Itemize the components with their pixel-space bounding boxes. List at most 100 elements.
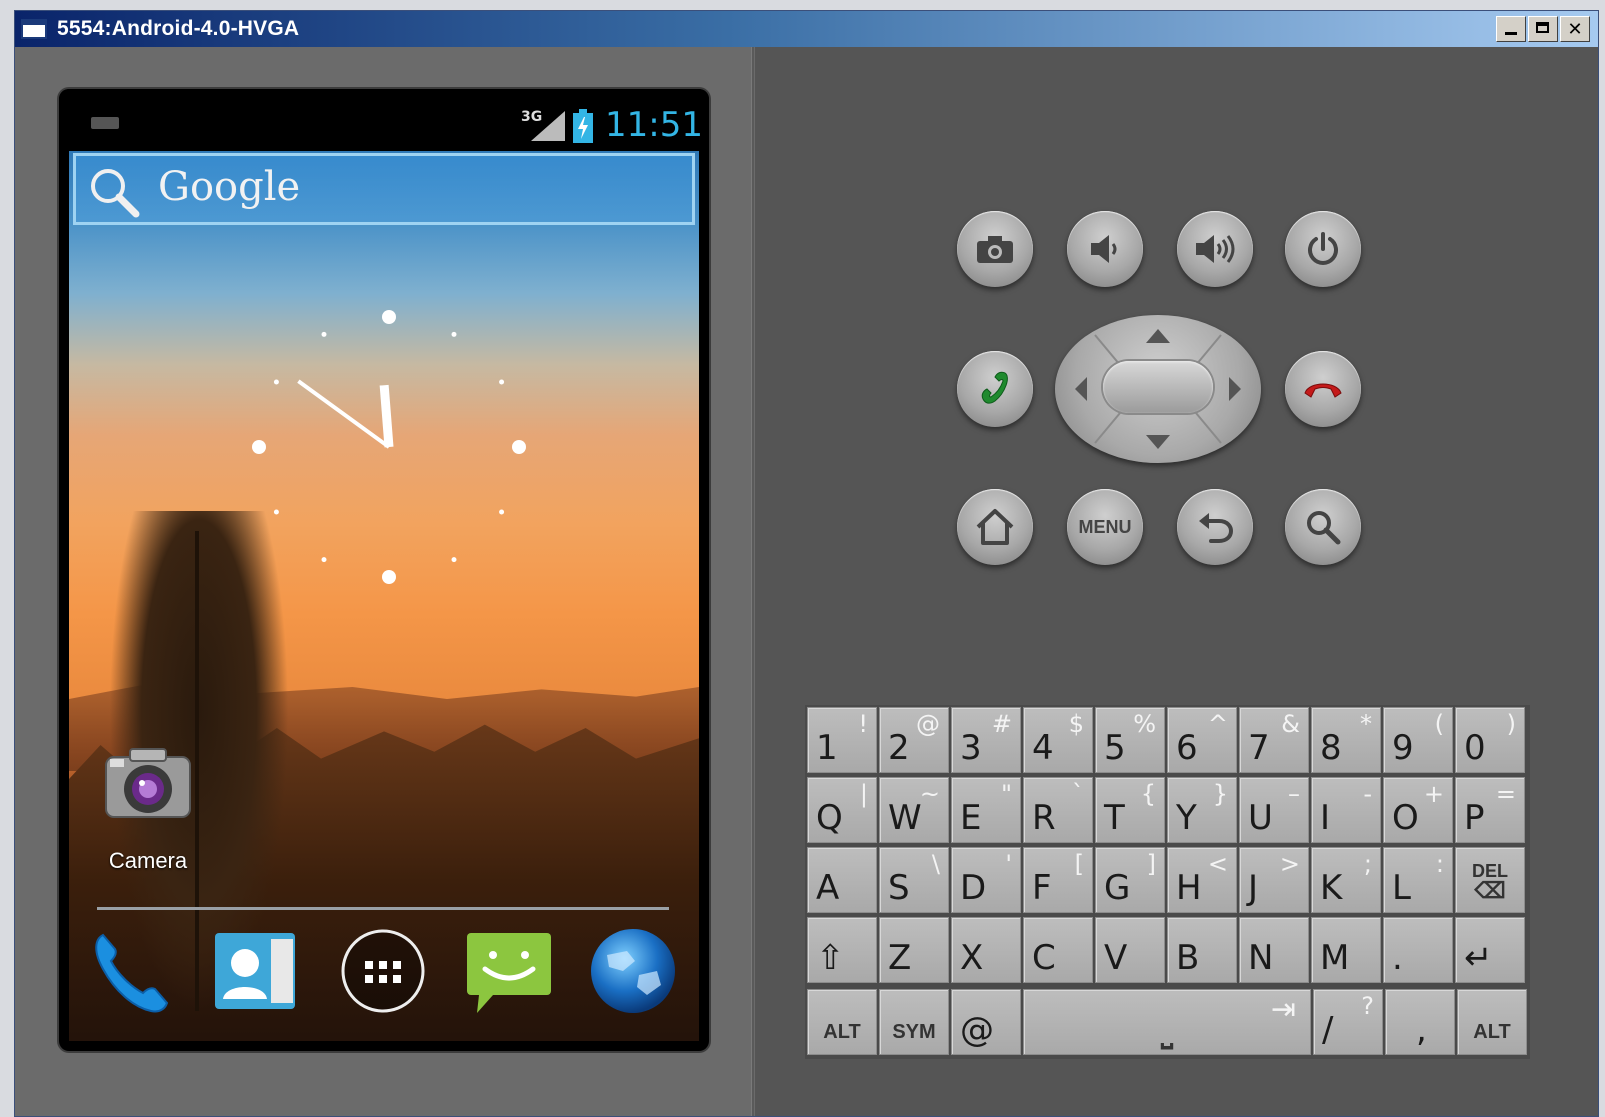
key-r2-c0[interactable]: A — [807, 847, 877, 913]
key-main-label: M — [1320, 938, 1350, 978]
key-r2-c5[interactable]: H < — [1167, 847, 1237, 913]
dock-divider — [97, 907, 669, 910]
key-main-label: U — [1248, 798, 1273, 838]
key-r1-c6[interactable]: U – — [1239, 777, 1309, 843]
camera-button[interactable] — [957, 211, 1033, 287]
volume-up-icon — [1196, 235, 1235, 263]
end-call-button[interactable] — [1285, 351, 1361, 427]
app-shortcut-camera[interactable]: Camera — [93, 743, 203, 874]
home-button[interactable] — [957, 489, 1033, 565]
key-r0-c7[interactable]: 8 * — [1311, 707, 1381, 773]
key-r2-c3[interactable]: F[ — [1023, 847, 1093, 913]
key-r3-c0[interactable]: ⇧ — [807, 917, 877, 983]
key-r0-c3[interactable]: 4 $ — [1023, 707, 1093, 773]
analog-clock-widget[interactable] — [229, 287, 549, 607]
key-r1-c7[interactable]: I- — [1311, 777, 1381, 843]
back-button[interactable] — [1177, 489, 1253, 565]
emulator-window: 5554:Android-4.0-HVGA ✕ 3G 11:51 Google … — [14, 10, 1599, 1117]
key-main-label: 3 — [960, 728, 982, 768]
window-icon — [21, 19, 47, 39]
power-icon — [1308, 232, 1338, 265]
key-r1-c1[interactable]: W ~ — [879, 777, 949, 843]
key-main-label: L — [1392, 868, 1411, 908]
key-r2-c9[interactable]: DEL ⌫ — [1455, 847, 1525, 913]
key-main-label: Z — [888, 938, 912, 978]
key-alt-label: ] — [1146, 850, 1156, 878]
call-button[interactable] — [957, 351, 1033, 427]
phone-icon[interactable] — [85, 925, 177, 1017]
key-r0-c6[interactable]: 7 & — [1239, 707, 1309, 773]
key-r1-c0[interactable]: Q | — [807, 777, 877, 843]
space-icon: ⎵ — [1161, 1016, 1173, 1049]
keyboard-notification-icon — [91, 117, 119, 129]
key-main-label: Q — [816, 798, 843, 838]
key-r1-c8[interactable]: O + — [1383, 777, 1453, 843]
key-r3-c8[interactable]: . — [1383, 917, 1453, 983]
messaging-icon[interactable] — [463, 925, 555, 1017]
key-r3-c1[interactable]: Z — [879, 917, 949, 983]
key-alt-label: { — [1140, 780, 1156, 808]
key-r3-c7[interactable]: M — [1311, 917, 1381, 983]
key-r3-c9[interactable]: ↵ — [1455, 917, 1525, 983]
maximize-button[interactable] — [1528, 16, 1558, 42]
at-key[interactable]: @ — [951, 989, 1021, 1055]
key-r0-c9[interactable]: 0) — [1455, 707, 1525, 773]
key-alt-label: | — [859, 780, 868, 808]
key-alt-label: @ — [916, 710, 940, 738]
key-r1-c2[interactable]: E " — [951, 777, 1021, 843]
key-r1-c9[interactable]: P = — [1455, 777, 1525, 843]
key-main-label: 6 — [1176, 728, 1198, 768]
minimize-button[interactable] — [1496, 16, 1526, 42]
key-r0-c0[interactable]: 1! — [807, 707, 877, 773]
menu-button[interactable]: MENU — [1067, 489, 1143, 565]
all-apps-icon[interactable] — [337, 925, 429, 1017]
close-button[interactable]: ✕ — [1560, 16, 1590, 42]
key-r3-c6[interactable]: N — [1239, 917, 1309, 983]
battery-charging-icon — [573, 109, 593, 143]
space-key[interactable]: ⇥ ⎵ — [1023, 989, 1311, 1055]
status-bar[interactable]: 3G 11:51 — [59, 89, 709, 151]
key-r0-c4[interactable]: 5% — [1095, 707, 1165, 773]
google-brand-text: Google — [158, 164, 301, 210]
volume-down-button[interactable] — [1067, 211, 1143, 287]
key-r2-c6[interactable]: J > — [1239, 847, 1309, 913]
contacts-icon[interactable] — [209, 925, 301, 1017]
key-r1-c5[interactable]: Y} — [1167, 777, 1237, 843]
key-main-label: ⇧ — [816, 938, 845, 978]
key-r0-c1[interactable]: 2 @ — [879, 707, 949, 773]
comma-key[interactable]: , — [1385, 989, 1455, 1055]
key-r2-c4[interactable]: G] — [1095, 847, 1165, 913]
key-r1-c4[interactable]: T{ — [1095, 777, 1165, 843]
power-button[interactable] — [1285, 211, 1361, 287]
slash-key[interactable]: / ? — [1313, 989, 1383, 1055]
browser-icon[interactable] — [587, 925, 679, 1017]
key-r0-c2[interactable]: 3 # — [951, 707, 1021, 773]
key-r2-c8[interactable]: L: — [1383, 847, 1453, 913]
key-r0-c5[interactable]: 6 ^ — [1167, 707, 1237, 773]
device-screen[interactable]: 3G 11:51 Google Camera — [59, 89, 709, 1051]
alt-left-key[interactable]: ALT — [807, 989, 877, 1055]
key-r3-c2[interactable]: X — [951, 917, 1021, 983]
key-r2-c7[interactable]: K; — [1311, 847, 1381, 913]
sym-key[interactable]: SYM — [879, 989, 949, 1055]
title-bar[interactable]: 5554:Android-4.0-HVGA ✕ — [15, 11, 1598, 47]
alt-right-key[interactable]: ALT — [1457, 989, 1527, 1055]
key-r2-c2[interactable]: D ' — [951, 847, 1021, 913]
key-main-label: W — [888, 798, 922, 838]
key-alt-label: ` — [1072, 780, 1084, 808]
dpad[interactable] — [1055, 315, 1261, 463]
key-r3-c4[interactable]: V — [1095, 917, 1165, 983]
key-r3-c3[interactable]: C — [1023, 917, 1093, 983]
volume-up-button[interactable] — [1177, 211, 1253, 287]
volume-down-icon — [1091, 235, 1117, 263]
key-r2-c1[interactable]: S \ — [879, 847, 949, 913]
key-r0-c8[interactable]: 9( — [1383, 707, 1453, 773]
google-search-widget[interactable]: Google — [73, 153, 695, 225]
dpad-center-button[interactable] — [1103, 361, 1213, 413]
key-main-label: I — [1320, 798, 1331, 838]
key-r1-c3[interactable]: R ` — [1023, 777, 1093, 843]
key-r3-c5[interactable]: B — [1167, 917, 1237, 983]
search-button[interactable] — [1285, 489, 1361, 565]
key-alt-label: " — [1000, 780, 1012, 808]
key-main-label: S — [888, 868, 910, 908]
